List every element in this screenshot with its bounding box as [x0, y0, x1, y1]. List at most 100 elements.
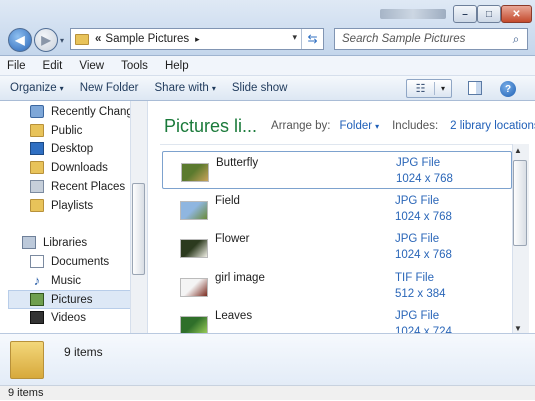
file-dimensions: 1024 x 768	[395, 249, 452, 261]
file-type: JPG File	[396, 157, 441, 169]
breadcrumb-sample-pictures[interactable]: Sample Pictures	[105, 33, 189, 45]
sidebar-item-libraries[interactable]: Libraries	[22, 233, 87, 252]
slide-show-button[interactable]: Slide show	[232, 82, 288, 94]
back-button[interactable]: ◀	[8, 28, 32, 52]
arrange-by-label: Arrange by:	[271, 120, 331, 132]
recent-icon	[30, 105, 44, 118]
thumbnail-image	[180, 278, 208, 297]
command-bar: Organize ▾ New Folder Share with ▾ Slide s…	[0, 76, 535, 101]
file-type: JPG File	[395, 310, 440, 322]
file-row[interactable]: Butterfly JPG File 1024 x 768	[162, 151, 512, 189]
menu-file[interactable]: File	[7, 60, 26, 72]
organize-label: Organize	[10, 82, 57, 94]
file-type: JPG File	[395, 233, 440, 245]
sidebar-item-label: Documents	[51, 255, 110, 268]
menu-view[interactable]: View	[79, 60, 104, 72]
arrange-by-dropdown[interactable]: Folder	[339, 120, 372, 132]
chevron-down-icon[interactable]: ▾	[375, 122, 379, 131]
sidebar-item-pictures[interactable]: Pictures	[30, 290, 93, 309]
folder-icon	[30, 124, 44, 137]
file-row[interactable]: Field JPG File 1024 x 768	[162, 190, 512, 228]
address-overflow-chevron[interactable]: «	[95, 33, 101, 45]
search-input[interactable]: Search Sample Pictures	[342, 33, 505, 45]
scroll-down-arrow-icon[interactable]: ▼	[514, 324, 522, 333]
sidebar-item-label: Desktop	[51, 142, 94, 155]
menu-edit[interactable]: Edit	[43, 60, 63, 72]
folder-icon	[30, 161, 44, 174]
thumbnail-image	[181, 163, 209, 182]
window-title-blurred	[380, 9, 446, 19]
preview-pane-icon[interactable]	[468, 81, 482, 95]
help-icon[interactable]: ?	[500, 81, 516, 97]
divider	[160, 144, 512, 145]
menu-help[interactable]: Help	[165, 60, 189, 72]
thumbnail-image	[180, 239, 208, 258]
minimize-button[interactable]: –	[453, 5, 477, 23]
sidebar-item-music[interactable]: ♪ Music	[30, 271, 81, 290]
close-button[interactable]: ✕	[501, 5, 532, 23]
file-type: JPG File	[395, 195, 440, 207]
file-row[interactable]: girl image TIF File 512 x 384	[162, 267, 512, 305]
sidebar-item-public[interactable]: Public	[30, 121, 82, 140]
details-view-icon: ☷	[407, 82, 435, 95]
maximize-button[interactable]: □	[477, 5, 501, 23]
search-box[interactable]: Search Sample Pictures ⌕	[334, 28, 528, 50]
file-name: Flower	[215, 233, 250, 245]
menu-tools[interactable]: Tools	[121, 60, 148, 72]
sidebar-item-videos[interactable]: Videos	[30, 308, 86, 327]
folder-icon	[75, 33, 89, 45]
thumbnail-image	[180, 201, 208, 220]
sidebar-item-label: Public	[51, 124, 83, 137]
sidebar-item-label: Music	[51, 274, 82, 287]
file-name: Field	[215, 195, 240, 207]
desktop-icon	[30, 142, 44, 155]
chevron-down-icon: ▾	[211, 84, 216, 93]
sidebar-item-recent-places[interactable]: Recent Places	[30, 177, 125, 196]
forward-button[interactable]: ▶	[34, 28, 58, 52]
file-dimensions: 1024 x 768	[396, 173, 453, 185]
scroll-up-arrow-icon[interactable]: ▲	[514, 146, 522, 155]
folder-icon	[30, 199, 44, 212]
documents-icon	[30, 255, 44, 268]
sidebar-item-desktop[interactable]: Desktop	[30, 139, 93, 158]
library-title: Pictures li...	[164, 115, 258, 136]
menu-bar: File Edit View Tools Help	[0, 56, 535, 76]
sidebar-item-label: Videos	[51, 311, 86, 324]
sidebar-item-documents[interactable]: Documents	[30, 252, 109, 271]
new-folder-button[interactable]: New Folder	[80, 82, 139, 94]
item-count: 9 items	[64, 345, 103, 359]
address-dropdown-icon[interactable]: ▾	[292, 32, 297, 43]
organize-button[interactable]: Organize ▾	[10, 82, 64, 94]
file-name: girl image	[215, 272, 265, 284]
music-icon: ♪	[33, 273, 41, 288]
file-name: Leaves	[215, 310, 253, 322]
sidebar-item-downloads[interactable]: Downloads	[30, 158, 108, 177]
navigation-scroll-thumb[interactable]	[132, 183, 145, 275]
explorer-window: – □ ✕ ◀ ▶ ▾ « Sample Pictures ▸ ▾ ⇆ Sear…	[0, 0, 535, 400]
library-header: Pictures li... Arrange by: Folder ▾ Incl…	[164, 113, 535, 139]
sidebar-item-label: Recent Places	[51, 180, 126, 193]
file-dimensions: 1024 x 768	[395, 211, 452, 223]
file-dimensions: 512 x 384	[395, 288, 446, 300]
sidebar-item-recently-changed[interactable]: Recently Changed	[30, 102, 146, 121]
file-list-scroll-thumb[interactable]	[513, 160, 527, 246]
library-locations-link[interactable]: 2 library locations	[450, 120, 535, 132]
breadcrumb-arrow-icon[interactable]: ▸	[195, 34, 200, 45]
address-bar[interactable]: « Sample Pictures ▸ ▾ ⇆	[70, 28, 324, 50]
recent-pages-dropdown[interactable]: ▾	[60, 36, 64, 45]
chevron-down-icon: ▾	[59, 84, 64, 93]
file-row[interactable]: Flower JPG File 1024 x 768	[162, 228, 512, 266]
places-icon	[30, 180, 44, 193]
file-type: TIF File	[395, 272, 434, 284]
refresh-icon[interactable]: ⇆	[301, 29, 323, 49]
share-with-button[interactable]: Share with ▾	[155, 82, 216, 94]
sidebar-item-playlists[interactable]: Playlists	[30, 196, 93, 215]
chevron-down-icon[interactable]: ▾	[435, 84, 451, 93]
file-name: Butterfly	[216, 157, 259, 169]
sidebar-item-label: Libraries	[43, 236, 88, 249]
library-icon	[22, 236, 36, 249]
sidebar-item-label: Pictures	[51, 293, 93, 306]
status-bar: 9 items	[0, 385, 535, 400]
change-view-button[interactable]: ☷ ▾	[406, 79, 452, 98]
search-icon[interactable]: ⌕	[505, 32, 527, 47]
